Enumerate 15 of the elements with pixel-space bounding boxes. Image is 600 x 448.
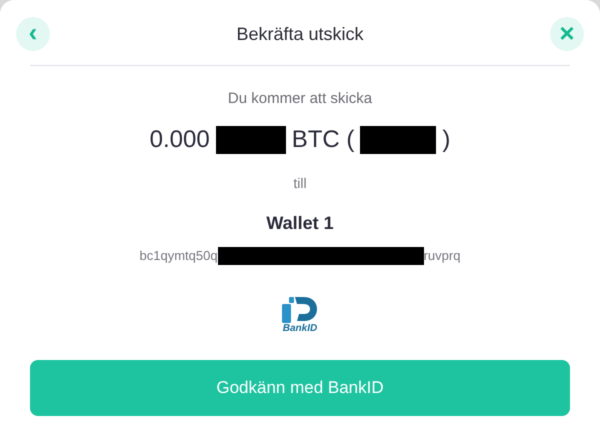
intro-text: Du kommer att skicka — [228, 89, 372, 109]
dialog-title: Bekräfta utskick — [236, 22, 364, 46]
bankid-icon — [281, 294, 319, 322]
back-button[interactable]: ‹ — [16, 17, 50, 51]
connector-text: till — [293, 174, 307, 192]
redaction-bar — [216, 126, 286, 154]
amount-text: ) — [442, 124, 450, 154]
amount-text: 0.000 — [150, 124, 210, 154]
address-text: bc1qymtq50q — [140, 246, 218, 265]
close-button[interactable]: × — [550, 17, 584, 51]
address-text: ruvprq — [424, 246, 460, 265]
confirm-button[interactable]: Godkänn med BankID — [30, 360, 570, 416]
wallet-name: Wallet 1 — [266, 212, 334, 234]
amount-text: BTC ( — [292, 124, 354, 154]
logo-text: BankID — [282, 324, 318, 334]
